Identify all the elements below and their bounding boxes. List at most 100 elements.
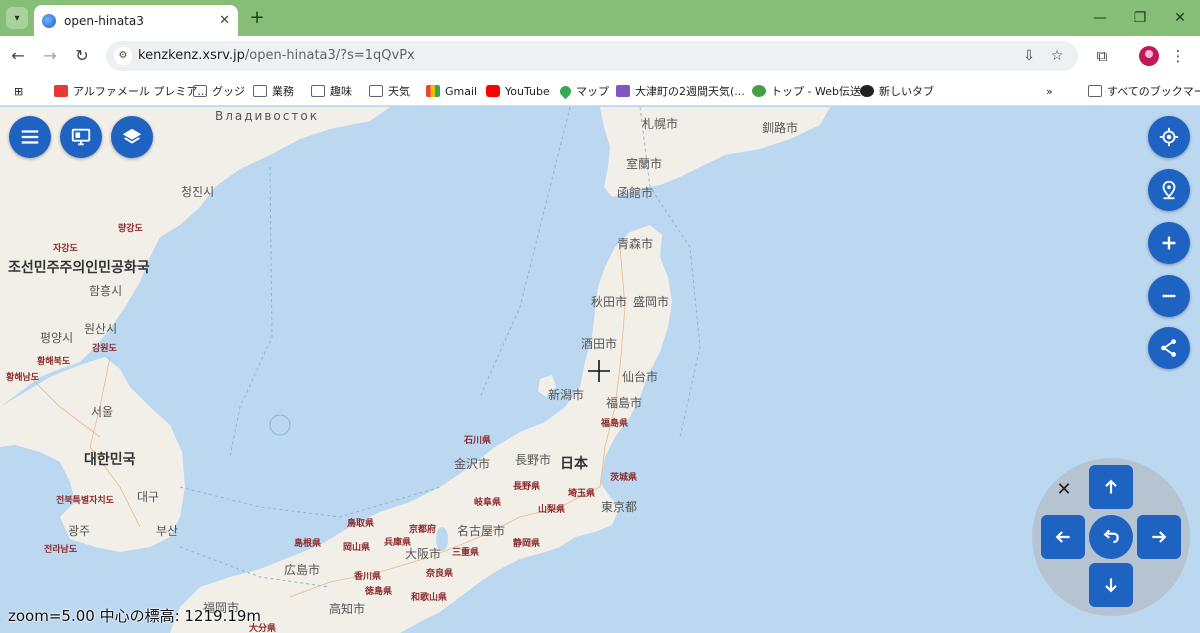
bookmark-label: 業務 xyxy=(272,85,294,98)
menu-button[interactable] xyxy=(9,116,51,158)
tab-search-button[interactable]: ▾ xyxy=(6,7,28,29)
minimize-button[interactable]: — xyxy=(1080,6,1120,30)
share-icon xyxy=(1161,339,1176,357)
tab-title: open-hinata3 xyxy=(64,13,144,28)
bookmark-label: Gmail xyxy=(445,84,478,98)
country-label-korea: 대한민국 xyxy=(84,452,136,468)
bookmark-folder-gyomu[interactable]: 業務 xyxy=(253,81,294,101)
prefecture-label: 埼玉県 xyxy=(568,489,596,499)
bookmark-alpha[interactable]: アルファメール プレミア... xyxy=(54,81,208,101)
globe-icon xyxy=(860,85,874,97)
prefecture-label: 和歌山県 xyxy=(411,593,448,603)
bookmark-web-densou[interactable]: トップ - Web伝送 xyxy=(752,81,861,101)
minus-icon xyxy=(1162,294,1176,298)
city-label: 高知市 xyxy=(329,602,366,616)
honshu-landmass xyxy=(170,225,672,633)
bookmark-weather[interactable]: 大津町の2週間天気(... xyxy=(616,81,745,101)
bookmark-star-icon[interactable]: ☆ xyxy=(1048,47,1066,65)
layers-button[interactable] xyxy=(111,116,153,158)
back-button[interactable]: ← xyxy=(6,44,30,68)
extensions-icon[interactable]: ⧉ xyxy=(1090,44,1114,68)
city-label: 광주 xyxy=(68,524,91,538)
bookmark-youtube[interactable]: YouTube xyxy=(486,81,550,101)
tab-close-icon[interactable]: ✕ xyxy=(219,13,230,28)
country-label-dprk: 조선민주주의인민공화국 xyxy=(8,260,150,276)
pan-left-button[interactable] xyxy=(1041,515,1085,559)
window-close-button[interactable]: ✕ xyxy=(1160,6,1200,30)
install-app-icon[interactable]: ⇩ xyxy=(1020,47,1038,65)
bookmark-new-tab[interactable]: 新しいタブ xyxy=(860,81,934,101)
hamburger-icon xyxy=(21,130,39,144)
reset-view-button[interactable] xyxy=(1089,515,1133,559)
folder-icon xyxy=(369,85,383,97)
forward-button[interactable]: → xyxy=(38,44,62,68)
province-label: 전북특별자치도 xyxy=(56,496,114,506)
map-pin-icon xyxy=(1162,180,1176,200)
bookmark-maps[interactable]: マップ xyxy=(557,81,609,101)
arrow-up-icon xyxy=(1105,479,1117,494)
country-label-japan: 日本 xyxy=(560,456,588,472)
city-label: 함흥시 xyxy=(89,284,123,298)
pan-right-button[interactable] xyxy=(1137,515,1181,559)
province-label: 량강도 xyxy=(118,224,143,234)
bookmark-folder-tenki[interactable]: 天気 xyxy=(369,81,410,101)
city-label: 대구 xyxy=(137,490,160,504)
tab-open-hinata3[interactable]: open-hinata3 ✕ xyxy=(34,5,238,36)
bookmark-gmail[interactable]: Gmail xyxy=(426,81,477,101)
close-pad-icon[interactable]: ✕ xyxy=(1052,478,1076,502)
all-bookmarks[interactable]: すべてのブックマーク xyxy=(1088,81,1200,101)
menu-kebab-icon[interactable]: ⋮ xyxy=(1166,44,1190,68)
bookmark-label: 新しいタブ xyxy=(879,85,934,98)
prefecture-label: 静岡県 xyxy=(513,539,541,549)
prefecture-label: 福島県 xyxy=(601,419,629,429)
prefecture-label: 山梨県 xyxy=(538,505,566,515)
city-label: 盛岡市 xyxy=(633,295,670,309)
city-label: 東京都 xyxy=(601,500,638,514)
city-label: 長野市 xyxy=(515,453,552,467)
all-bookmarks-label: すべてのブックマーク xyxy=(1107,85,1200,98)
bookmark-label: 趣味 xyxy=(330,85,352,98)
bookmark-label: トップ - Web伝送 xyxy=(771,85,861,98)
city-label: 広島市 xyxy=(284,563,321,577)
url-text[interactable]: kenzkenz.xsrv.jp/open-hinata3/?s=1qQvPx xyxy=(138,48,415,63)
restore-button[interactable]: ❐ xyxy=(1120,6,1160,30)
bookmark-label: 大津町の2週間天気(... xyxy=(635,85,745,98)
reload-button[interactable]: ↻ xyxy=(70,44,94,68)
province-label: 황해북도 xyxy=(37,357,71,367)
bookmark-folder-gucci[interactable]: グッジ xyxy=(193,81,245,101)
city-label: Владивосток xyxy=(215,109,319,123)
pan-control-pad: ✕ xyxy=(1032,458,1190,616)
plus-icon xyxy=(1162,236,1176,250)
maps-icon xyxy=(557,83,574,99)
address-bar[interactable]: ⚙ kenzkenz.xsrv.jp/open-hinata3/?s=1qQvP… xyxy=(106,41,1078,71)
bookmark-label: マップ xyxy=(576,85,609,98)
apps-grid-icon[interactable]: ⊞ xyxy=(14,81,23,101)
city-label: 函館市 xyxy=(617,186,654,200)
pan-up-button[interactable] xyxy=(1089,465,1133,509)
bookmarks-overflow-icon[interactable]: » xyxy=(1046,81,1053,101)
city-label: 名古屋市 xyxy=(457,524,506,538)
site-info-icon[interactable]: ⚙ xyxy=(114,47,132,65)
zoom-out-button[interactable] xyxy=(1148,275,1190,317)
city-label: 青森市 xyxy=(617,237,654,251)
alpha-icon xyxy=(54,85,68,97)
new-tab-button[interactable]: + xyxy=(246,7,268,29)
screen-split-button[interactable] xyxy=(60,116,102,158)
place-pin-button[interactable] xyxy=(1148,169,1190,211)
city-label: 釧路市 xyxy=(762,121,799,135)
chevron-down-icon: ▾ xyxy=(14,12,20,24)
current-location-button[interactable] xyxy=(1148,116,1190,158)
prefecture-label: 京都府 xyxy=(409,525,437,535)
folder-icon xyxy=(193,85,207,97)
share-button[interactable] xyxy=(1148,327,1190,369)
map-canvas[interactable]: Владивосток 札幌市 釧路市 室蘭市 函館市 青森市 秋田市 盛岡市 … xyxy=(0,107,1200,633)
globe-favicon-icon xyxy=(42,13,56,28)
bookmark-folder-shumi[interactable]: 趣味 xyxy=(311,81,352,101)
zoom-in-button[interactable] xyxy=(1148,222,1190,264)
profile-avatar[interactable] xyxy=(1139,46,1159,66)
prefecture-label: 岐阜県 xyxy=(474,498,502,508)
prefecture-label: 徳島県 xyxy=(365,587,393,597)
province-label: 황해남도 xyxy=(6,373,40,383)
pan-down-button[interactable] xyxy=(1089,563,1133,607)
zoom-elevation-status: zoom=5.00 中心の標高: 1219.19m xyxy=(8,607,262,625)
